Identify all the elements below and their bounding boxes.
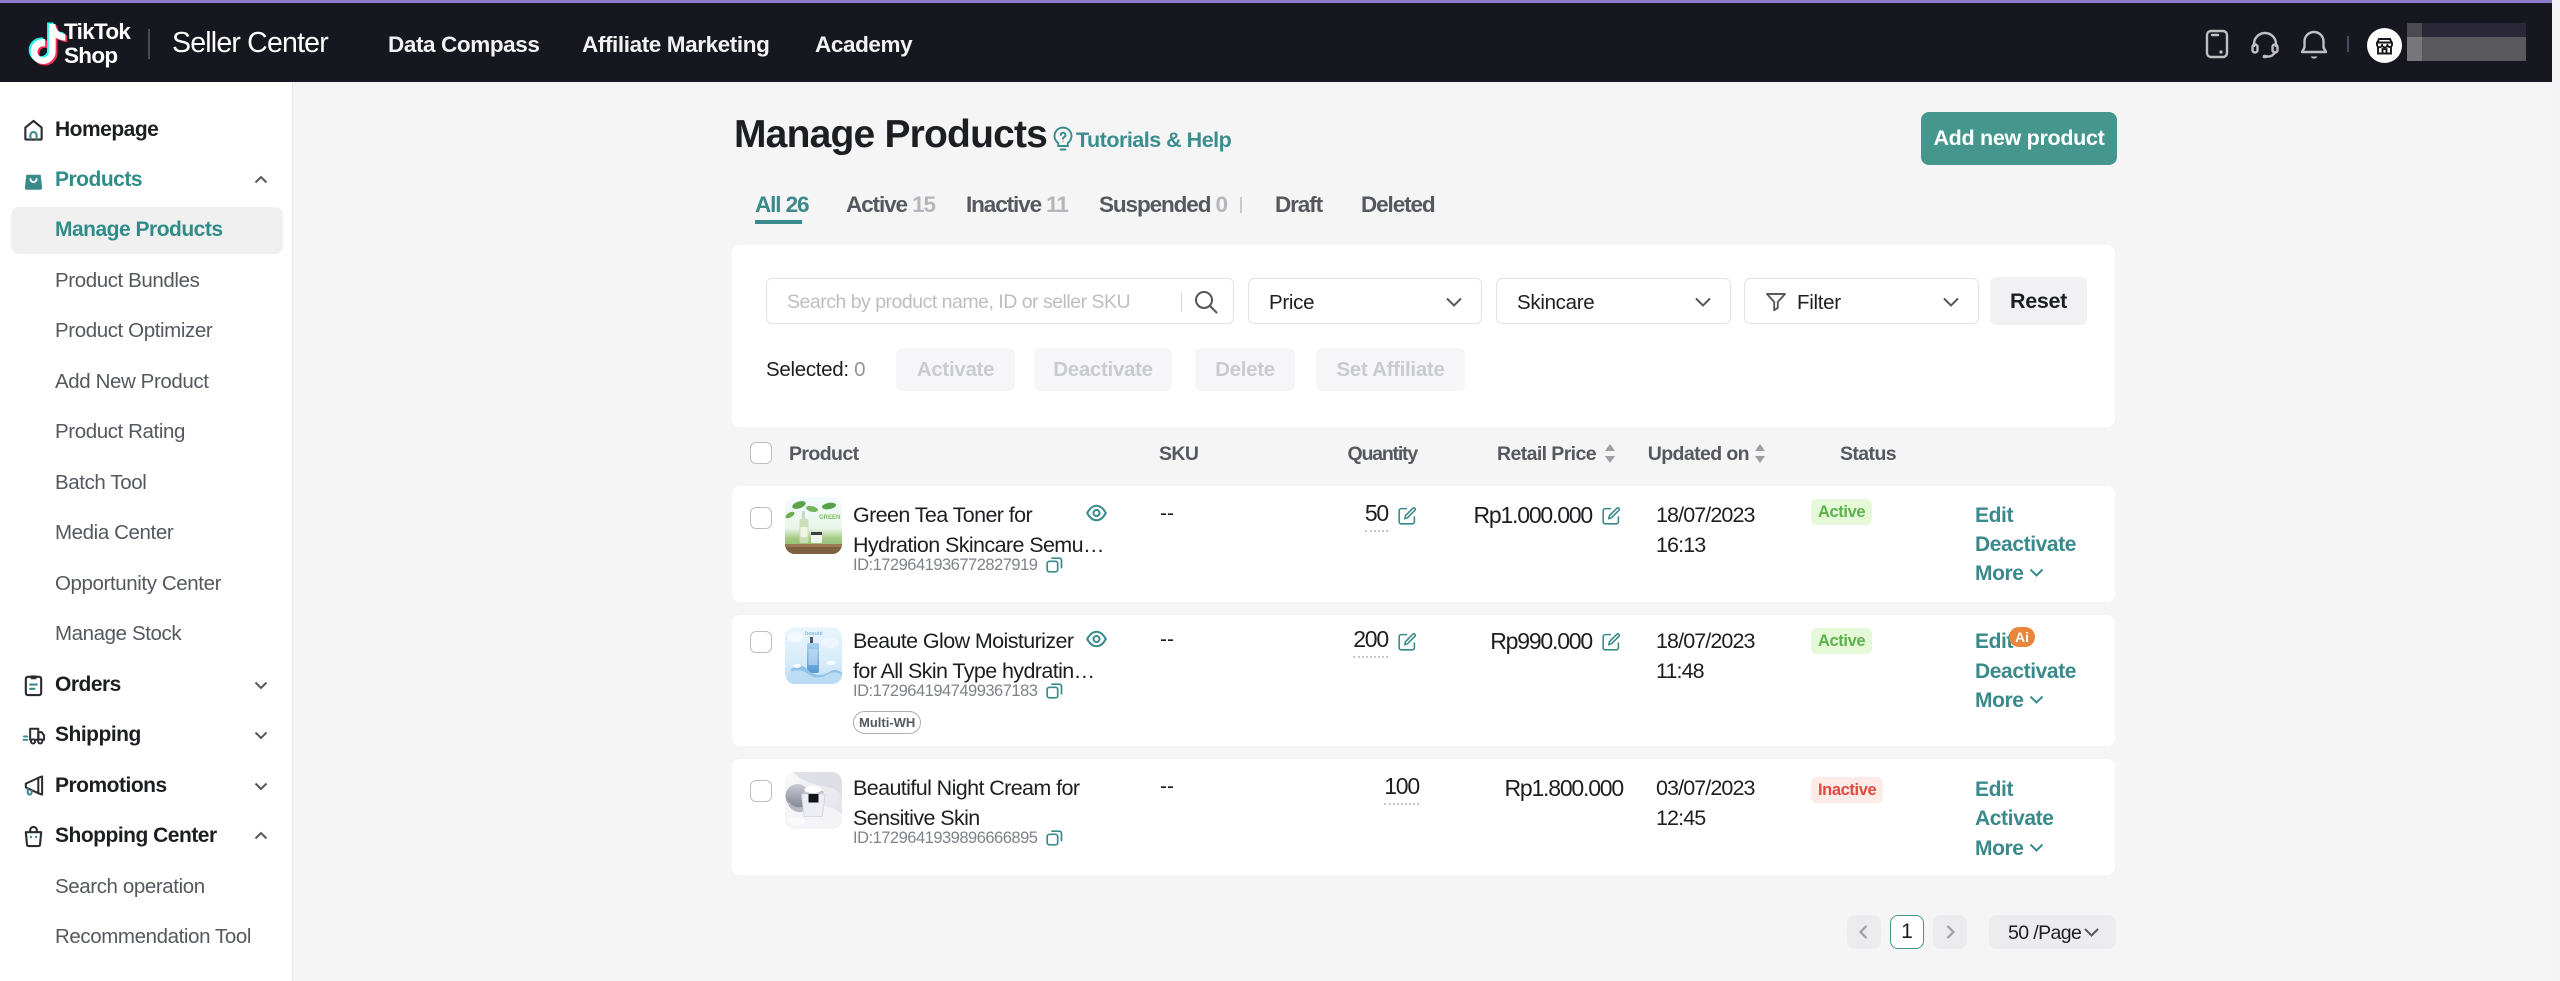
svg-text:GREEN: GREEN: [819, 515, 840, 521]
svg-text:beauté: beauté: [805, 631, 823, 637]
